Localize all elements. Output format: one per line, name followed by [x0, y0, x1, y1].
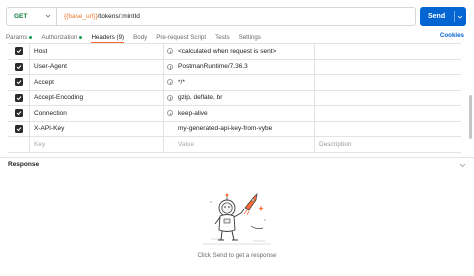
- header-checkbox[interactable]: [14, 62, 23, 71]
- table-row: User-Agent PostmanRuntime/7.36.3: [8, 59, 461, 75]
- send-label: Send: [428, 13, 446, 20]
- tab-body[interactable]: Body: [133, 34, 147, 41]
- tab-label: Tests: [215, 33, 230, 41]
- header-description[interactable]: [315, 91, 461, 106]
- header-checkbox[interactable]: [14, 78, 23, 87]
- response-hint: Click Send to get a response: [197, 252, 277, 259]
- table-row: X-API-Key my-generated-api-key-from-vybe: [8, 121, 461, 137]
- header-key[interactable]: X-API-Key: [30, 121, 164, 136]
- header-key[interactable]: User-Agent: [30, 59, 164, 74]
- send-divider: [454, 11, 455, 22]
- astronaut-illustration: [203, 192, 271, 245]
- check-icon: [16, 64, 21, 69]
- header-value[interactable]: gzip, deflate, br: [176, 90, 315, 105]
- header-value[interactable]: PostmanRuntime/7.36.3: [176, 59, 315, 74]
- table-row: Accept-Encoding gzip, deflate, br: [8, 90, 461, 106]
- response-label: Response: [8, 161, 40, 168]
- check-icon: [16, 49, 21, 54]
- tab-label: Headers (9): [91, 33, 125, 41]
- url-path: /tokens/:mintId: [97, 13, 140, 20]
- header-value[interactable]: my-generated-api-key-from-vybe: [176, 121, 315, 136]
- tab-label: Pre-request Script: [156, 33, 207, 41]
- new-value-input[interactable]: Value: [176, 137, 315, 152]
- header-description[interactable]: [315, 60, 461, 75]
- scrollbar[interactable]: [469, 95, 472, 139]
- check-icon: [16, 111, 21, 116]
- header-checkbox[interactable]: [14, 124, 23, 133]
- header-value[interactable]: */*: [176, 75, 315, 90]
- tab-headers[interactable]: Headers (9): [91, 33, 125, 44]
- request-tabs: Params Authorization Headers (9) Body Pr…: [6, 31, 270, 44]
- info-icon[interactable]: [167, 63, 173, 70]
- headers-table: Host <calculated when request is sent> U…: [8, 43, 461, 153]
- request-bar: GET {{base_url}}/tokens/:mintId: [6, 7, 416, 26]
- tab-label: Settings: [238, 33, 261, 41]
- send-button[interactable]: Send: [420, 7, 466, 26]
- check-icon: [16, 95, 21, 100]
- table-row: Host <calculated when request is sent>: [8, 44, 461, 60]
- tab-label: Authorization: [41, 33, 78, 41]
- status-dot: [79, 35, 83, 39]
- header-key[interactable]: Accept-Encoding: [30, 90, 164, 105]
- table-row: Connection keep-alive: [8, 106, 461, 122]
- check-icon: [16, 126, 21, 131]
- tab-pre-request-script[interactable]: Pre-request Script: [156, 34, 206, 41]
- status-dot: [29, 35, 33, 39]
- table-row: Accept */*: [8, 75, 461, 91]
- header-key[interactable]: Accept: [30, 75, 164, 90]
- header-description[interactable]: [315, 122, 461, 137]
- method-label: GET: [14, 13, 28, 20]
- header-description[interactable]: [315, 44, 461, 59]
- tab-settings[interactable]: Settings: [239, 34, 261, 41]
- chevron-down-icon[interactable]: [459, 162, 466, 168]
- header-value[interactable]: keep-alive: [176, 106, 315, 121]
- chevron-down-icon[interactable]: [457, 14, 463, 20]
- header-checkbox[interactable]: [14, 47, 23, 56]
- divider: [0, 157, 474, 158]
- header-key[interactable]: Connection: [30, 106, 164, 121]
- header-checkbox[interactable]: [14, 109, 23, 118]
- check-icon: [16, 80, 21, 85]
- tab-label: Params: [6, 33, 28, 41]
- header-description[interactable]: [315, 106, 461, 121]
- url-variable: {{base_url}}: [64, 13, 98, 20]
- header-key[interactable]: Host: [30, 44, 164, 59]
- tab-label: Body: [133, 33, 148, 41]
- url-input[interactable]: {{base_url}}/tokens/:mintId: [57, 13, 140, 20]
- header-description[interactable]: [315, 75, 461, 90]
- cookies-link[interactable]: Cookies: [440, 32, 464, 39]
- info-icon[interactable]: [167, 110, 173, 117]
- header-checkbox[interactable]: [14, 93, 23, 102]
- info-icon[interactable]: [167, 48, 173, 55]
- chevron-down-icon: [45, 14, 51, 18]
- header-value[interactable]: <calculated when request is sent>: [176, 44, 315, 59]
- info-icon[interactable]: [167, 94, 173, 101]
- new-key-input[interactable]: Key: [30, 137, 164, 152]
- info-icon[interactable]: [167, 79, 173, 86]
- tab-authorization[interactable]: Authorization: [41, 33, 83, 41]
- tab-params[interactable]: Params: [6, 33, 33, 41]
- new-description-input[interactable]: Description: [315, 137, 461, 152]
- tab-tests[interactable]: Tests: [215, 34, 229, 41]
- method-select[interactable]: GET: [7, 8, 57, 25]
- table-row-new: Key Value Description: [8, 137, 461, 153]
